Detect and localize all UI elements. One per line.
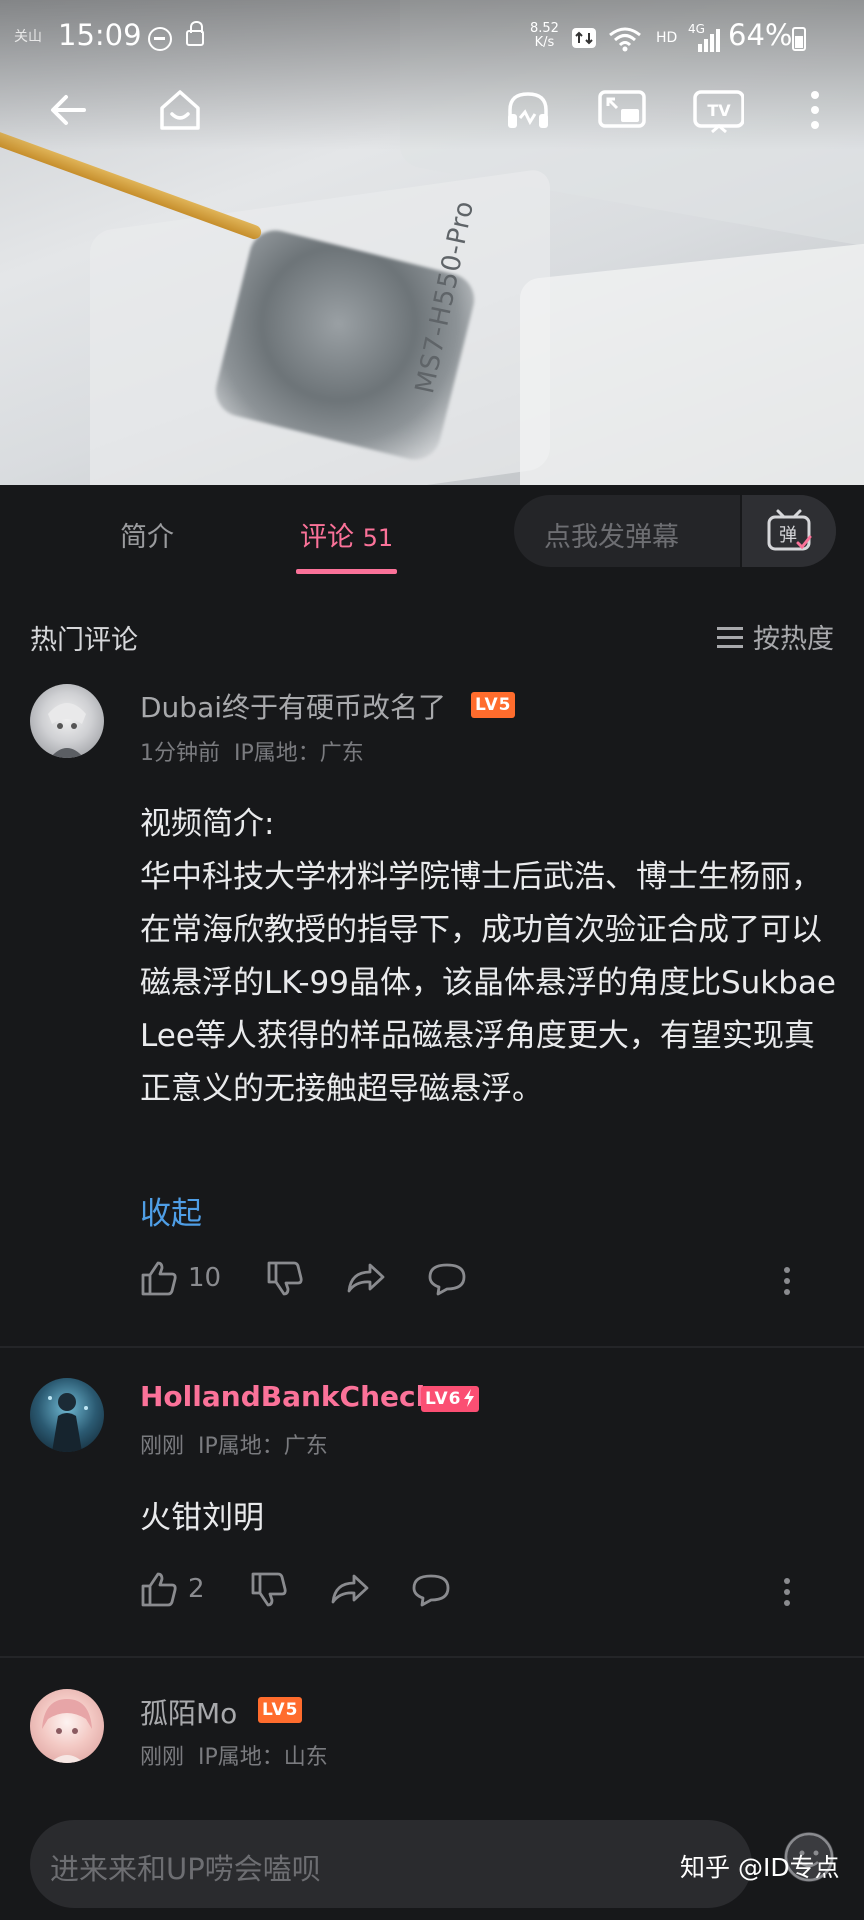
status-time: 15:09	[58, 18, 142, 52]
svg-text:TV: TV	[707, 101, 731, 120]
comment-ip: IP属地：山东	[198, 1745, 328, 1770]
cast-tv-button[interactable]: TV	[692, 84, 744, 136]
danmaku-toggle-button[interactable]: 弹	[740, 495, 836, 567]
signal-icon	[690, 28, 720, 52]
network-speed-value: 8.52	[530, 21, 559, 36]
sort-button[interactable]: 按热度	[717, 617, 834, 656]
share-button[interactable]	[330, 1573, 370, 1605]
hd-label: HD	[656, 30, 678, 46]
sort-icon	[717, 626, 743, 648]
active-tab-indicator	[296, 569, 397, 574]
reply-bubble-icon	[428, 1263, 466, 1296]
comment-more-button[interactable]	[782, 1262, 792, 1300]
status-bar: 关山 15:09 8.52 K/s HD 4G 64%	[0, 0, 864, 72]
avatar-image	[48, 1393, 88, 1452]
comment-text: 视频简介: 华中科技大学材料学院博士后武浩、博士生杨丽，在常海欣教授的指导下，成…	[140, 806, 836, 1107]
home-button[interactable]	[154, 84, 206, 136]
pip-icon	[598, 90, 646, 128]
level-badge: LV5	[258, 1697, 303, 1723]
video-player[interactable]: MS7-H550-Pro 关山 15:09 8.52 K/s HD 4G 64%…	[0, 0, 864, 485]
hot-comments-title: 热门评论	[30, 625, 138, 656]
listen-mode-button[interactable]	[502, 84, 554, 136]
wifi-icon	[609, 27, 641, 52]
avatar[interactable]	[30, 684, 104, 758]
more-options-button[interactable]	[790, 84, 840, 136]
carrier-label: 关山	[14, 29, 42, 45]
comment-meta: 1分钟前 IP属地：广东	[140, 735, 364, 767]
reply-bar: 进来来和UP唠会嗑呗 知乎 @ID专点	[0, 1808, 864, 1920]
picture-in-picture-button[interactable]	[596, 84, 648, 136]
headphones-icon	[508, 92, 548, 128]
tab-comments-label: 评论	[300, 522, 354, 553]
tab-comments-count: 51	[362, 524, 394, 552]
back-arrow-icon	[51, 95, 86, 125]
share-icon	[347, 1263, 385, 1293]
comment-divider	[0, 1346, 864, 1348]
reply-input[interactable]: 进来来和UP唠会嗑呗	[30, 1820, 752, 1908]
reply-button[interactable]	[411, 1573, 451, 1607]
video-frame-shape	[520, 240, 864, 485]
reply-placeholder: 进来来和UP唠会嗑呗	[50, 1852, 321, 1886]
sort-label: 按热度	[753, 624, 834, 655]
tab-intro[interactable]: 简介	[120, 515, 174, 554]
comment-text: 火钳刘明	[140, 1500, 264, 1536]
dislike-button[interactable]	[266, 1260, 304, 1296]
reply-button[interactable]	[427, 1262, 467, 1296]
thumbs-down-icon	[251, 1572, 287, 1607]
comment-time: 1分钟前	[140, 741, 220, 766]
collapse-link[interactable]: 收起	[140, 1188, 202, 1233]
share-button[interactable]	[346, 1262, 386, 1294]
share-icon	[331, 1574, 369, 1604]
comment-time: 刚刚	[140, 1434, 185, 1459]
network-speed-unit: K/s	[534, 35, 555, 50]
avatar[interactable]	[30, 1378, 104, 1452]
like-count: 10	[188, 1263, 222, 1293]
tv-cast-icon: TV	[693, 90, 744, 134]
comment-username[interactable]: HollandBankCheck	[140, 1380, 434, 1413]
like-button[interactable]: 2	[140, 1571, 205, 1607]
thumbs-up-icon	[141, 1572, 177, 1607]
comment-username[interactable]: 孤陌Mo	[140, 1692, 237, 1732]
level-badge: LV6	[421, 1386, 480, 1412]
watermark: 知乎 @ID专点	[680, 1853, 840, 1882]
battery-percent: 64%	[728, 18, 793, 52]
comment-time: 刚刚	[140, 1745, 185, 1770]
lightning-icon	[464, 1389, 475, 1407]
more-vertical-icon	[811, 91, 819, 129]
level-badge: LV5	[471, 692, 516, 718]
comment-meta: 刚刚 IP属地：广东	[140, 1428, 328, 1460]
danmaku-button-label: 弹	[779, 525, 797, 546]
network-speed: 8.52 K/s	[530, 22, 559, 50]
comment-ip: IP属地：广东	[198, 1434, 328, 1459]
thumbs-down-icon	[267, 1261, 303, 1296]
comment-username[interactable]: Dubai终于有硬币改名了	[140, 686, 446, 726]
home-icon	[160, 90, 200, 130]
danmaku-icon: 弹	[767, 509, 812, 551]
tab-comments[interactable]: 评论 51	[300, 515, 393, 554]
avatar[interactable]	[30, 1689, 104, 1763]
avatar-image	[48, 703, 86, 758]
level-badge-text: LV6	[425, 1389, 462, 1409]
dislike-button[interactable]	[250, 1571, 288, 1607]
comment-more-button[interactable]	[782, 1573, 792, 1611]
avatar-image	[42, 1699, 92, 1763]
comment-divider	[0, 1656, 864, 1658]
thumbs-up-icon	[141, 1261, 177, 1296]
danmaku-placeholder: 点我发弹幕	[544, 522, 679, 553]
battery-icon	[792, 27, 806, 51]
like-count: 2	[188, 1574, 205, 1604]
like-button[interactable]: 10	[140, 1260, 221, 1296]
do-not-disturb-icon	[148, 27, 172, 51]
lock-icon	[186, 21, 204, 46]
back-button[interactable]	[42, 84, 94, 136]
comment-meta: 刚刚 IP属地：山东	[140, 1739, 328, 1771]
danmaku-input[interactable]: 点我发弹幕 弹	[514, 495, 836, 567]
reply-bubble-icon	[412, 1574, 450, 1607]
comment-ip: IP属地：广东	[234, 741, 364, 766]
data-transfer-icon	[572, 28, 596, 48]
